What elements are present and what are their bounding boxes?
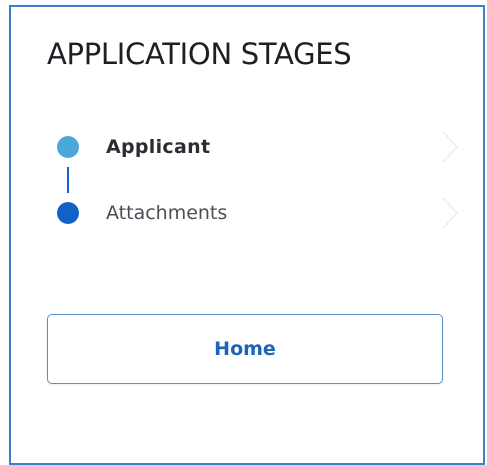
stage-dot-icon — [57, 202, 79, 224]
chevron-right-icon — [442, 197, 459, 229]
home-button[interactable]: Home — [47, 314, 443, 384]
stage-connector-line — [67, 167, 69, 193]
chevron-right-icon — [442, 131, 459, 163]
stage-label: Applicant — [106, 136, 211, 158]
stage-item-applicant[interactable]: Applicant — [11, 129, 483, 165]
application-stages-panel: APPLICATION STAGES Applicant Attachments… — [9, 5, 485, 465]
stage-dot-icon — [57, 136, 79, 158]
stage-item-attachments[interactable]: Attachments — [11, 195, 483, 231]
stage-label: Attachments — [106, 202, 228, 224]
panel-title: APPLICATION STAGES — [47, 37, 352, 71]
